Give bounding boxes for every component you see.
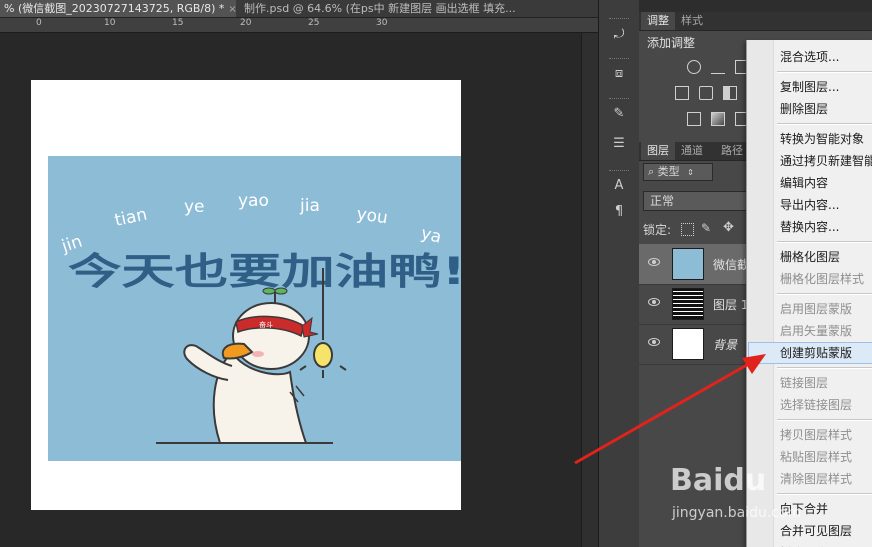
levels-icon[interactable] — [711, 60, 725, 74]
duck-illustration: jin tian ye yao jia you ya 今天也要加油鸭! 奋斗 — [58, 191, 461, 444]
menu-item[interactable]: 删除图层 — [780, 101, 828, 117]
document-tab[interactable]: 制作.psd @ 64.6% (在ps中 新建图层 画出选框 填充... — [240, 0, 548, 17]
menu-item[interactable]: 导出内容... — [780, 197, 839, 213]
eye-icon[interactable] — [648, 338, 660, 346]
layer-name[interactable]: 微信截 — [713, 256, 749, 273]
ruler-label: 30 — [376, 18, 388, 28]
tab-channels[interactable]: 通道 — [675, 142, 709, 160]
menu-separator — [777, 71, 872, 73]
pinyin-word: ye — [184, 197, 205, 217]
menu-item[interactable]: 通过拷贝新建智能 — [780, 153, 872, 169]
menu-item: 链接图层 — [780, 376, 829, 390]
invert-icon[interactable] — [687, 112, 701, 126]
eye-icon[interactable] — [648, 298, 660, 306]
tab-adjustments[interactable]: 调整 — [641, 12, 675, 30]
headband-text: 奋斗 — [259, 320, 273, 329]
lock-label: 锁定: — [643, 223, 672, 237]
black-white-icon[interactable] — [723, 86, 737, 100]
menu-item: 选择链接图层 — [780, 398, 853, 412]
tab-paths[interactable]: 路径 — [715, 142, 749, 160]
eye-icon[interactable] — [648, 258, 660, 266]
lock-pixels-icon[interactable]: ✎ — [701, 221, 711, 235]
artwork-image: jin tian ye yao jia you ya 今天也要加油鸭! 奋斗 — [48, 156, 461, 461]
horizontal-ruler[interactable]: 0 10 15 20 25 30 — [0, 18, 598, 33]
history-icon[interactable]: ⤾ — [609, 25, 629, 45]
brush-icon[interactable]: ✎ — [609, 104, 629, 124]
layer-name[interactable]: 背景 — [713, 336, 737, 353]
layer-filter-select[interactable]: ⌕ 类型 ⇕ — [643, 163, 713, 181]
document-tab-active[interactable]: % (微信截图_20230727143725, RGB/8) * × — [0, 0, 236, 17]
menu-separator — [777, 241, 872, 243]
filter-kind-label: 类型 — [657, 165, 680, 178]
ruler-label: 10 — [104, 18, 116, 28]
watermark-url: jingyan.baidu.com — [672, 505, 802, 521]
pinyin-word: jia — [299, 196, 320, 216]
menu-item: 启用矢量蒙版 — [780, 324, 853, 338]
color-balance-icon[interactable] — [699, 86, 713, 100]
blend-mode-value: 正常 — [650, 194, 675, 208]
search-icon: ⌕ — [648, 165, 655, 178]
menu-item: 启用图层蒙版 — [780, 302, 853, 316]
layer-thumbnail[interactable] — [672, 248, 704, 280]
menu-item[interactable]: 复制图层... — [780, 79, 839, 95]
baidu-watermark: Baidu jingyan.baidu.com — [670, 453, 870, 543]
character-icon[interactable]: A — [609, 176, 629, 196]
menu-separator — [777, 293, 872, 295]
chevron-updown-icon: ⇕ — [687, 168, 694, 177]
grip-handle[interactable] — [609, 170, 629, 174]
gradient-map-icon[interactable] — [711, 112, 725, 126]
ruler-label: 0 — [36, 18, 42, 28]
brush-settings-icon[interactable]: ☰ — [609, 134, 629, 154]
menu-item[interactable]: 编辑内容 — [780, 175, 828, 191]
vibrance-icon[interactable] — [675, 86, 689, 100]
panel-icon-strip: ⤾ ⧈ ✎ ☰ A ¶ — [598, 0, 640, 547]
tab-label: 制作.psd @ 64.6% (在ps中 新建图层 画出选框 填充... — [244, 2, 516, 15]
layer-thumbnail[interactable] — [672, 328, 704, 360]
blend-mode-select[interactable]: 正常 — [643, 191, 747, 211]
tab-styles[interactable]: 样式 — [675, 12, 709, 30]
menu-item: 拷贝图层样式 — [780, 428, 853, 442]
grip-handle[interactable] — [609, 98, 629, 102]
grip-handle[interactable] — [609, 18, 629, 22]
menu-item[interactable]: 栅格化图层 — [780, 249, 840, 265]
menu-item: 栅格化图层样式 — [780, 272, 865, 286]
menu-item[interactable]: 转换为智能对象 — [780, 131, 864, 147]
vertical-scrollbar[interactable] — [581, 33, 598, 547]
headline-text: 今天也要加油鸭! — [68, 250, 461, 293]
layer-thumbnail[interactable] — [672, 288, 704, 320]
menu-item-highlighted[interactable]: 创建剪贴蒙版 — [780, 345, 852, 361]
pinyin-word: tian — [113, 205, 149, 231]
document-tab-bar: % (微信截图_20230727143725, RGB/8) * × 制作.psd… — [0, 0, 598, 18]
ruler-label: 25 — [308, 18, 320, 28]
menu-separator — [777, 419, 872, 421]
ruler-label: 15 — [172, 18, 184, 28]
lock-position-icon[interactable]: ✥ — [723, 220, 734, 235]
close-icon[interactable]: × — [228, 4, 236, 15]
add-adjustment-label: 添加调整 — [647, 36, 696, 50]
pinyin-word: you — [355, 204, 389, 228]
menu-separator — [777, 123, 872, 125]
adjustments-tabs: 调整 样式 — [639, 12, 872, 31]
tab-layers[interactable]: 图层 — [641, 142, 675, 160]
panel-dock-header — [639, 0, 872, 12]
brightness-icon[interactable] — [687, 60, 701, 74]
pinyin-word: ya — [419, 223, 444, 247]
watermark-brand: Baidu — [670, 463, 767, 498]
menu-item[interactable]: 混合选项... — [780, 49, 839, 65]
paragraph-icon[interactable]: ¶ — [609, 202, 629, 222]
menu-separator — [777, 367, 872, 369]
grip-handle[interactable] — [609, 58, 629, 62]
pinyin-word: yao — [238, 191, 269, 211]
layer-name[interactable]: 图层 1 — [713, 296, 748, 313]
3d-cube-icon[interactable]: ⧈ — [609, 64, 629, 84]
menu-item[interactable]: 替换内容... — [780, 219, 839, 235]
tab-label: % (微信截图_20230727143725, RGB/8) * — [4, 2, 225, 15]
ruler-label: 20 — [240, 18, 252, 28]
lock-transparency-icon[interactable] — [681, 223, 694, 236]
